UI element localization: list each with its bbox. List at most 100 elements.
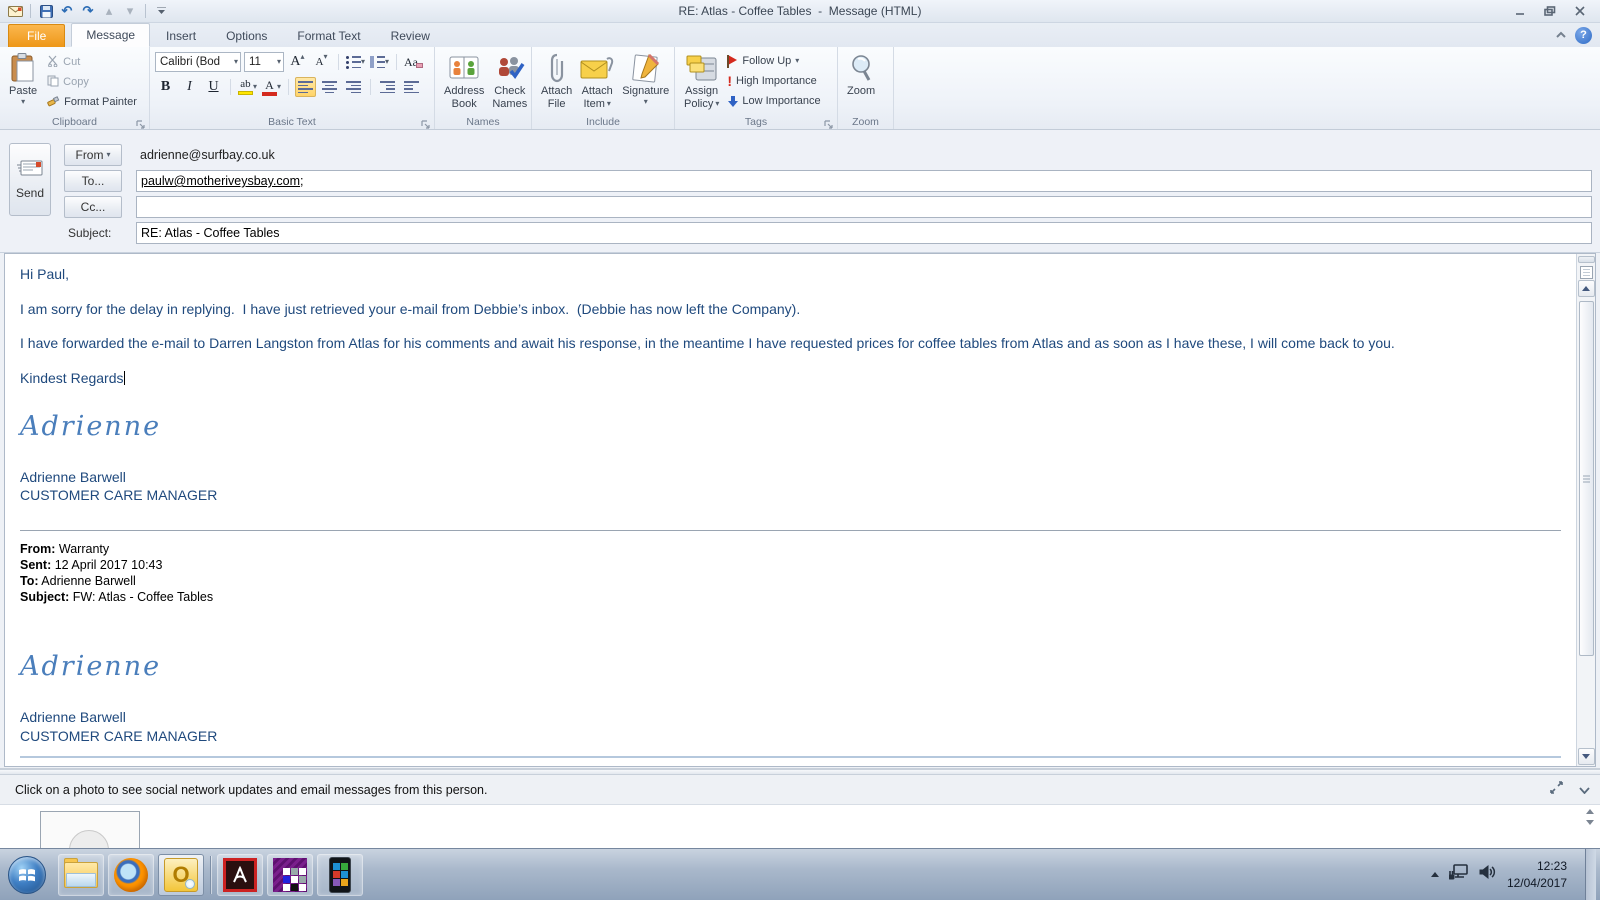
from-button[interactable]: From ▾	[64, 144, 122, 166]
taskbar-explorer-button[interactable]	[58, 853, 104, 896]
undo-icon[interactable]: ↶	[58, 3, 76, 20]
tab-format-text[interactable]: Format Text	[283, 25, 374, 47]
signature-button[interactable]: Signature ▾	[618, 50, 673, 108]
scroll-up-button[interactable]	[1577, 280, 1595, 297]
customize-qat-icon[interactable]	[152, 3, 170, 20]
bullets-button[interactable]: ▾	[345, 52, 366, 72]
contact-photo[interactable]	[40, 811, 140, 848]
volume-icon[interactable]	[1479, 864, 1497, 885]
basic-text-dialog-launcher-icon[interactable]	[421, 117, 431, 129]
address-book-label-1: Address	[444, 85, 485, 97]
clipboard-dialog-launcher-icon[interactable]	[136, 117, 146, 129]
collapse-ribbon-icon[interactable]	[1555, 26, 1567, 44]
people-pane: Click on a photo to see social network u…	[0, 768, 1600, 848]
font-color-button[interactable]: A ▾	[261, 77, 282, 97]
network-icon[interactable]	[1448, 863, 1469, 886]
align-left-button[interactable]	[295, 77, 316, 97]
tab-insert[interactable]: Insert	[152, 25, 210, 47]
body-closing: Kindest Regards	[20, 370, 1561, 388]
scrollbar-thumb[interactable]	[1578, 301, 1594, 656]
tab-file[interactable]: File	[8, 24, 66, 47]
close-button[interactable]	[1566, 3, 1594, 20]
save-icon[interactable]	[37, 3, 55, 20]
minimize-button[interactable]	[1506, 3, 1534, 20]
to-button[interactable]: To...	[64, 170, 122, 192]
show-desktop-button[interactable]	[1585, 848, 1596, 900]
tab-message[interactable]: Message	[71, 23, 151, 47]
cc-button[interactable]: Cc...	[64, 196, 122, 218]
align-center-button[interactable]	[319, 77, 340, 97]
bullets-icon	[345, 56, 361, 69]
shrink-font-button[interactable]: A ▾	[311, 52, 332, 72]
group-tags-label: Tags	[744, 116, 768, 128]
cc-field[interactable]	[136, 196, 1592, 218]
taskbar-gridapp-button[interactable]	[267, 853, 313, 896]
taskbar-phone-button[interactable]	[317, 853, 363, 896]
tab-review[interactable]: Review	[377, 25, 444, 47]
scroll-down-icon	[1582, 754, 1590, 759]
start-button[interactable]	[8, 855, 46, 894]
tags-dialog-launcher-icon[interactable]	[824, 117, 834, 129]
high-importance-icon: !	[727, 73, 733, 89]
increase-indent-button[interactable]	[401, 77, 422, 97]
zoom-button[interactable]: Zoom	[843, 50, 879, 100]
italic-button[interactable]: I	[179, 77, 200, 97]
high-importance-button[interactable]: ! High Importance	[725, 71, 822, 91]
attach-file-button[interactable]: Attach File	[537, 50, 576, 112]
to-field[interactable]: paulw@motheriveysbay.com;	[136, 170, 1592, 192]
people-scroll-down-icon[interactable]	[1585, 820, 1594, 825]
people-pane-chevron-icon[interactable]	[1579, 781, 1590, 799]
highlight-caret-icon: ▾	[252, 82, 257, 91]
low-importance-button[interactable]: Low Importance	[725, 91, 822, 111]
font-name-combo[interactable]: Calibri (Bod ▾	[155, 52, 241, 72]
format-painter-button[interactable]: Format Painter	[45, 92, 139, 112]
restore-button[interactable]	[1536, 3, 1564, 20]
text-cursor	[123, 370, 125, 385]
people-pane-splitter[interactable]	[0, 768, 1600, 775]
high-importance-label: High Importance	[736, 75, 817, 87]
assign-policy-button[interactable]: Assign Policy ▾	[680, 50, 723, 112]
show-hidden-icons-button[interactable]	[1430, 872, 1439, 877]
signature-caret-icon: ▾	[643, 96, 648, 106]
numbering-button[interactable]: ▾	[369, 52, 390, 72]
expand-people-pane-icon[interactable]	[1550, 780, 1563, 799]
clock-time: 12:23	[1536, 859, 1567, 874]
decrease-indent-button[interactable]	[377, 77, 398, 97]
ruler-toggle-icon[interactable]	[1579, 266, 1593, 279]
send-button[interactable]: Send	[9, 143, 51, 216]
bold-button[interactable]: B	[155, 77, 176, 97]
message-body[interactable]: Hi Paul, I am sorry for the delay in rep…	[4, 253, 1596, 767]
taskbar-clock[interactable]: 12:23 12/04/2017	[1507, 858, 1575, 890]
follow-up-button[interactable]: Follow Up ▾	[725, 51, 822, 71]
split-handle[interactable]	[1577, 256, 1595, 263]
underline-button[interactable]: U	[203, 77, 224, 97]
tab-options[interactable]: Options	[212, 25, 281, 47]
attach-file-label-2: File	[547, 97, 566, 110]
font-size-combo[interactable]: 11 ▾	[244, 52, 284, 72]
taskbar-firefox-button[interactable]	[108, 853, 154, 896]
taskbar-outlook-button[interactable]: O	[158, 853, 204, 896]
address-book-button[interactable]: Address Book	[440, 50, 488, 112]
help-icon[interactable]: ?	[1575, 26, 1592, 44]
clear-formatting-button[interactable]: Aa	[403, 52, 424, 72]
scroll-down-button[interactable]	[1577, 748, 1595, 765]
signature-script: Adrienne	[20, 411, 162, 442]
align-right-button[interactable]	[343, 77, 364, 97]
grow-font-button[interactable]: A ▴	[287, 52, 308, 72]
redo-icon[interactable]: ↷	[79, 3, 97, 20]
to-separator: ;	[300, 174, 304, 188]
people-pane-scrollbar[interactable]	[1581, 809, 1598, 825]
explorer-icon	[64, 857, 98, 888]
to-recipient[interactable]: paulw@motheriveysbay.com	[141, 174, 300, 188]
taskbar-acrobat-button[interactable]	[217, 853, 263, 896]
address-book-label-2: Book	[451, 97, 477, 110]
quoted-header: From: Warranty Sent: 12 April 2017 10:43…	[20, 541, 1561, 605]
check-names-button[interactable]: Check Names	[488, 50, 531, 112]
vertical-scrollbar[interactable]	[1576, 254, 1595, 766]
people-scroll-up-icon[interactable]	[1585, 809, 1594, 814]
signature-role: CUSTOMER CARE MANAGER	[20, 487, 218, 504]
paste-button[interactable]: Paste ▾	[5, 50, 41, 108]
text-highlight-button[interactable]: ab ▾	[237, 77, 258, 97]
subject-field[interactable]: RE: Atlas - Coffee Tables	[136, 222, 1592, 244]
attach-item-button[interactable]: Attach Item ▾	[576, 50, 618, 112]
